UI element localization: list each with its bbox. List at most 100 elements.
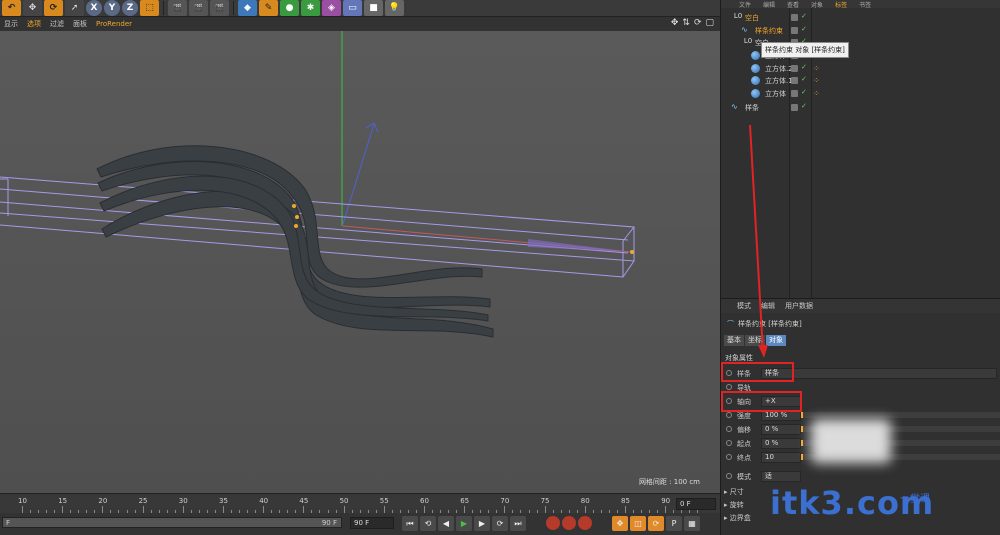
render-view-icon[interactable]: 🎬 bbox=[168, 0, 187, 16]
attribute-slider[interactable] bbox=[801, 412, 1000, 418]
collapsed-group[interactable]: ▸ 旋转 bbox=[724, 500, 744, 510]
rotation-key-icon[interactable]: ⟳ bbox=[648, 516, 664, 531]
deformer-icon[interactable]: ◈ bbox=[322, 0, 341, 16]
timeline-tick-label: 75 bbox=[540, 497, 550, 505]
move-tool-icon[interactable]: ✥ bbox=[23, 0, 42, 16]
timeline-tick-label: 40 bbox=[259, 497, 269, 505]
goto-start-icon[interactable]: ⏮ bbox=[402, 516, 418, 531]
visibility-toggle[interactable] bbox=[791, 14, 798, 21]
dolly-icon[interactable]: ⇅ bbox=[682, 18, 690, 28]
object-manager-menu-item[interactable]: 书签 bbox=[859, 0, 871, 8]
undo-icon[interactable]: ↶ bbox=[2, 0, 21, 16]
goto-end-icon[interactable]: ⏭ bbox=[510, 516, 526, 531]
timeline-tick-label: 25 bbox=[138, 497, 148, 505]
attribute-field[interactable]: 适 bbox=[761, 471, 801, 482]
maximize-view-icon[interactable]: ▢ bbox=[705, 18, 714, 28]
viewport-menu-prorender[interactable]: ProRender bbox=[96, 20, 132, 28]
environment-icon[interactable]: ▭ bbox=[343, 0, 362, 16]
light-icon[interactable]: 💡 bbox=[385, 0, 404, 16]
animate-radio[interactable] bbox=[726, 426, 732, 432]
collapsed-group[interactable]: ▸ 边界盒 bbox=[724, 513, 751, 523]
play-icon[interactable]: ▶ bbox=[456, 516, 472, 531]
3d-viewport[interactable]: 网格间距 : 100 cm bbox=[0, 31, 720, 493]
annotation-arrow bbox=[749, 124, 768, 358]
tag-icon[interactable]: ⁘ bbox=[813, 89, 820, 98]
attribute-field[interactable]: 样条 bbox=[761, 368, 997, 379]
spline-point bbox=[294, 224, 298, 228]
render-picture-viewer-icon[interactable]: 🎬 bbox=[189, 0, 208, 16]
visibility-toggle[interactable] bbox=[791, 27, 798, 34]
timeline-tick-label: 35 bbox=[219, 497, 228, 505]
frame-range-slider[interactable]: F 90 F bbox=[2, 517, 342, 528]
attribute-field[interactable]: 0 % bbox=[761, 438, 801, 449]
slider-marker bbox=[801, 454, 803, 460]
enabled-check-icon[interactable]: ✓ bbox=[801, 63, 807, 71]
animate-radio[interactable] bbox=[726, 412, 732, 418]
enabled-check-icon[interactable]: ✓ bbox=[801, 88, 807, 96]
enabled-check-icon[interactable]: ✓ bbox=[801, 25, 807, 33]
attribute-field[interactable]: 10 bbox=[761, 452, 801, 463]
viewport-menubar: 显示 选项 过滤 面板 ProRender ✥ ⇅ ⟳ ▢ bbox=[0, 17, 720, 31]
enabled-check-icon[interactable]: ✓ bbox=[801, 75, 807, 83]
end-frame-field[interactable]: 90 F bbox=[350, 517, 394, 529]
timeline[interactable]: 10 15 20 25 30 35 40 45 50 55 60 65 70 75 80 85 90 0 F bbox=[0, 493, 720, 514]
timeline-tick-label: 60 bbox=[420, 497, 429, 505]
step-back-icon[interactable]: ◀ bbox=[438, 516, 454, 531]
object-manager-menu-item[interactable]: 对象 bbox=[811, 0, 823, 8]
spline-point bbox=[295, 215, 299, 219]
select-tool-icon[interactable]: ➚ bbox=[65, 0, 84, 16]
enabled-check-icon[interactable]: ✓ bbox=[801, 12, 807, 20]
scale-key-icon[interactable]: ◫ bbox=[630, 516, 646, 531]
collapsed-group[interactable]: ▸ 尺寸 bbox=[724, 487, 744, 497]
next-key-icon[interactable]: ⟳ bbox=[492, 516, 508, 531]
point-level-key-icon[interactable]: ▦ bbox=[684, 516, 700, 531]
visibility-toggle[interactable] bbox=[791, 104, 798, 111]
animate-radio[interactable] bbox=[726, 384, 732, 390]
animate-radio[interactable] bbox=[726, 440, 732, 446]
enabled-check-icon[interactable]: ✓ bbox=[801, 102, 807, 110]
tag-icon[interactable]: ⁘ bbox=[813, 64, 820, 73]
object-manager-menu-item[interactable]: 查看 bbox=[787, 0, 799, 8]
viewport-menu-panel[interactable]: 面板 bbox=[73, 19, 87, 29]
orbit-icon[interactable]: ⟳ bbox=[694, 18, 702, 28]
rotate-tool-icon[interactable]: ⟳ bbox=[44, 0, 63, 16]
visibility-toggle[interactable] bbox=[791, 90, 798, 97]
pan-icon[interactable]: ✥ bbox=[671, 18, 679, 28]
viewport-menu-display[interactable]: 显示 bbox=[4, 19, 18, 29]
visibility-toggle[interactable] bbox=[791, 77, 798, 84]
animate-radio[interactable] bbox=[726, 454, 732, 460]
y-axis-label: Y bbox=[108, 3, 116, 13]
prev-key-icon[interactable]: ⟲ bbox=[420, 516, 436, 531]
visibility-toggle[interactable] bbox=[791, 65, 798, 72]
autokey-icon[interactable] bbox=[562, 516, 576, 530]
spline-point bbox=[292, 204, 296, 208]
keyframe-selection-icon[interactable] bbox=[578, 516, 592, 530]
y-axis-button[interactable]: Y bbox=[104, 0, 120, 16]
render-settings-icon[interactable]: 🎬 bbox=[210, 0, 229, 16]
z-axis-button[interactable]: Z bbox=[122, 0, 138, 16]
camera-icon[interactable]: ■ bbox=[364, 0, 383, 16]
x-axis-button[interactable]: X bbox=[86, 0, 102, 16]
subdivision-surface-icon[interactable]: ● bbox=[280, 0, 299, 16]
record-keys-icon[interactable] bbox=[546, 516, 560, 530]
coordinate-system-icon[interactable]: ⬚ bbox=[140, 0, 159, 16]
pen-spline-icon[interactable]: ✎ bbox=[259, 0, 278, 16]
viewport-menu-options[interactable]: 选项 bbox=[27, 19, 41, 29]
position-key-icon[interactable]: ✥ bbox=[612, 516, 628, 531]
timeline-ruler[interactable]: 10 15 20 25 30 35 40 45 50 55 60 65 70 75 80 85 90 bbox=[0, 494, 699, 514]
step-forward-icon[interactable]: ▶ bbox=[474, 516, 490, 531]
viewport-menu-filter[interactable]: 过滤 bbox=[50, 19, 64, 29]
attribute-field[interactable]: 0 % bbox=[761, 424, 801, 435]
slider-marker bbox=[801, 412, 803, 418]
cube-object-icon[interactable]: ◆ bbox=[238, 0, 257, 16]
current-frame-field[interactable]: 0 F bbox=[676, 498, 716, 510]
parameter-key-icon[interactable]: P bbox=[666, 516, 682, 531]
attribute-label: 模式 bbox=[737, 473, 751, 481]
tag-icon[interactable]: ⁘ bbox=[813, 76, 820, 85]
attribute-label: 终点 bbox=[737, 454, 751, 462]
array-icon[interactable]: ✱ bbox=[301, 0, 320, 16]
range-start-label: F bbox=[6, 519, 11, 527]
object-manager-menu-item[interactable]: 标签 bbox=[835, 0, 847, 8]
animate-radio[interactable] bbox=[726, 473, 732, 479]
attribute-menu-userdata[interactable]: 用户数据 bbox=[785, 301, 813, 311]
